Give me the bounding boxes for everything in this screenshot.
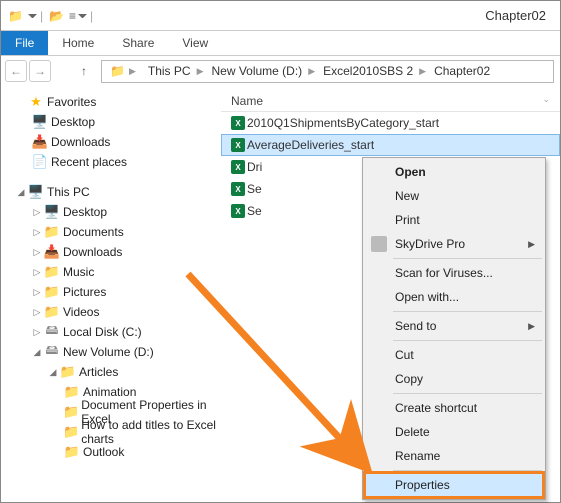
tree-item-recent[interactable]: 📄Recent places: [11, 152, 217, 172]
tab-home[interactable]: Home: [48, 31, 108, 55]
submenu-arrow-icon: ▶: [528, 239, 535, 250]
tree-item-desktop[interactable]: ▷🖥️Desktop: [11, 202, 217, 222]
folder-icon: 📁: [8, 9, 23, 23]
breadcrumb[interactable]: Excel2010SBS 2: [317, 64, 417, 78]
navigation-tree[interactable]: ★Favorites 🖥️Desktop 📥Downloads 📄Recent …: [1, 86, 221, 502]
excel-icon: X: [229, 116, 247, 130]
folder-open-icon[interactable]: 📂: [49, 9, 64, 23]
file-tab[interactable]: File: [1, 31, 48, 55]
breadcrumb[interactable]: New Volume (D:): [205, 64, 306, 78]
excel-icon: X: [229, 138, 247, 152]
address-bar-row: ← → ↑ 📁▶ This PC▶ New Volume (D:)▶ Excel…: [1, 56, 560, 86]
context-menu: Open New Print SkyDrive Pro▶ Scan for Vi…: [362, 157, 546, 500]
window-title: Chapter02: [485, 8, 546, 23]
ctx-cut[interactable]: Cut: [365, 343, 543, 367]
up-button[interactable]: ↑: [73, 60, 95, 82]
recent-locations-button[interactable]: [53, 60, 67, 82]
properties-qat-icon[interactable]: ≡: [69, 9, 76, 23]
submenu-arrow-icon: ▶: [528, 321, 535, 332]
tree-item-music[interactable]: ▷📁Music: [11, 262, 217, 282]
tree-item-videos[interactable]: ▷📁Videos: [11, 302, 217, 322]
window-titlebar: 📁 | 📂 ≡ | Chapter02: [1, 1, 560, 31]
breadcrumb[interactable]: This PC: [142, 64, 195, 78]
ctx-open-with[interactable]: Open with...: [365, 285, 543, 309]
address-bar[interactable]: 📁▶ This PC▶ New Volume (D:)▶ Excel2010SB…: [101, 60, 554, 83]
ctx-copy[interactable]: Copy: [365, 367, 543, 391]
ctx-delete[interactable]: Delete: [365, 420, 543, 444]
breadcrumb[interactable]: Chapter02: [428, 64, 494, 78]
ribbon-tabs: File Home Share View: [1, 31, 560, 56]
ctx-properties[interactable]: Properties: [365, 473, 543, 497]
file-row[interactable]: X2010Q1ShipmentsByCategory_start: [221, 112, 560, 134]
tree-item-pictures[interactable]: ▷📁Pictures: [11, 282, 217, 302]
tree-item-downloads[interactable]: 📥Downloads: [11, 132, 217, 152]
ctx-scan-viruses[interactable]: Scan for Viruses...: [365, 261, 543, 285]
ctx-skydrive[interactable]: SkyDrive Pro▶: [365, 232, 543, 256]
chevron-down-icon[interactable]: [78, 14, 87, 18]
excel-icon: X: [229, 204, 247, 218]
tree-this-pc[interactable]: ◢🖥️This PC: [11, 182, 217, 202]
forward-button[interactable]: →: [29, 60, 51, 82]
quick-access-toolbar: 📁 | 📂 ≡ |: [5, 9, 96, 23]
chevron-down-icon[interactable]: [28, 14, 37, 18]
tree-favorites[interactable]: ★Favorites: [11, 92, 217, 112]
excel-icon: X: [229, 182, 247, 196]
tab-view[interactable]: View: [168, 31, 222, 55]
column-header-row: Name⌄: [221, 90, 560, 112]
ctx-print[interactable]: Print: [365, 208, 543, 232]
tree-item-documents[interactable]: ▷📁Documents: [11, 222, 217, 242]
folder-icon: 📁: [110, 64, 125, 78]
tab-share[interactable]: Share: [108, 31, 168, 55]
tree-item-downloads[interactable]: ▷📥Downloads: [11, 242, 217, 262]
chevron-down-icon: ⌄: [542, 94, 550, 108]
tree-item-local-disk-c[interactable]: ▷🖴Local Disk (C:): [11, 322, 217, 342]
tree-item-articles[interactable]: ◢📁Articles: [11, 362, 217, 382]
back-button[interactable]: ←: [5, 60, 27, 82]
column-header-name[interactable]: Name⌄: [221, 94, 560, 108]
ctx-new[interactable]: New: [365, 184, 543, 208]
file-row[interactable]: XAverageDeliveries_start: [221, 134, 560, 156]
ctx-open[interactable]: Open: [365, 160, 543, 184]
tree-item-chart-titles[interactable]: 📁How to add titles to Excel charts: [11, 422, 217, 442]
ctx-send-to[interactable]: Send to▶: [365, 314, 543, 338]
ctx-create-shortcut[interactable]: Create shortcut: [365, 396, 543, 420]
tree-item-desktop[interactable]: 🖥️Desktop: [11, 112, 217, 132]
tree-item-new-volume-d[interactable]: ◢🖴New Volume (D:): [11, 342, 217, 362]
excel-icon: X: [229, 160, 247, 174]
ctx-rename[interactable]: Rename: [365, 444, 543, 468]
